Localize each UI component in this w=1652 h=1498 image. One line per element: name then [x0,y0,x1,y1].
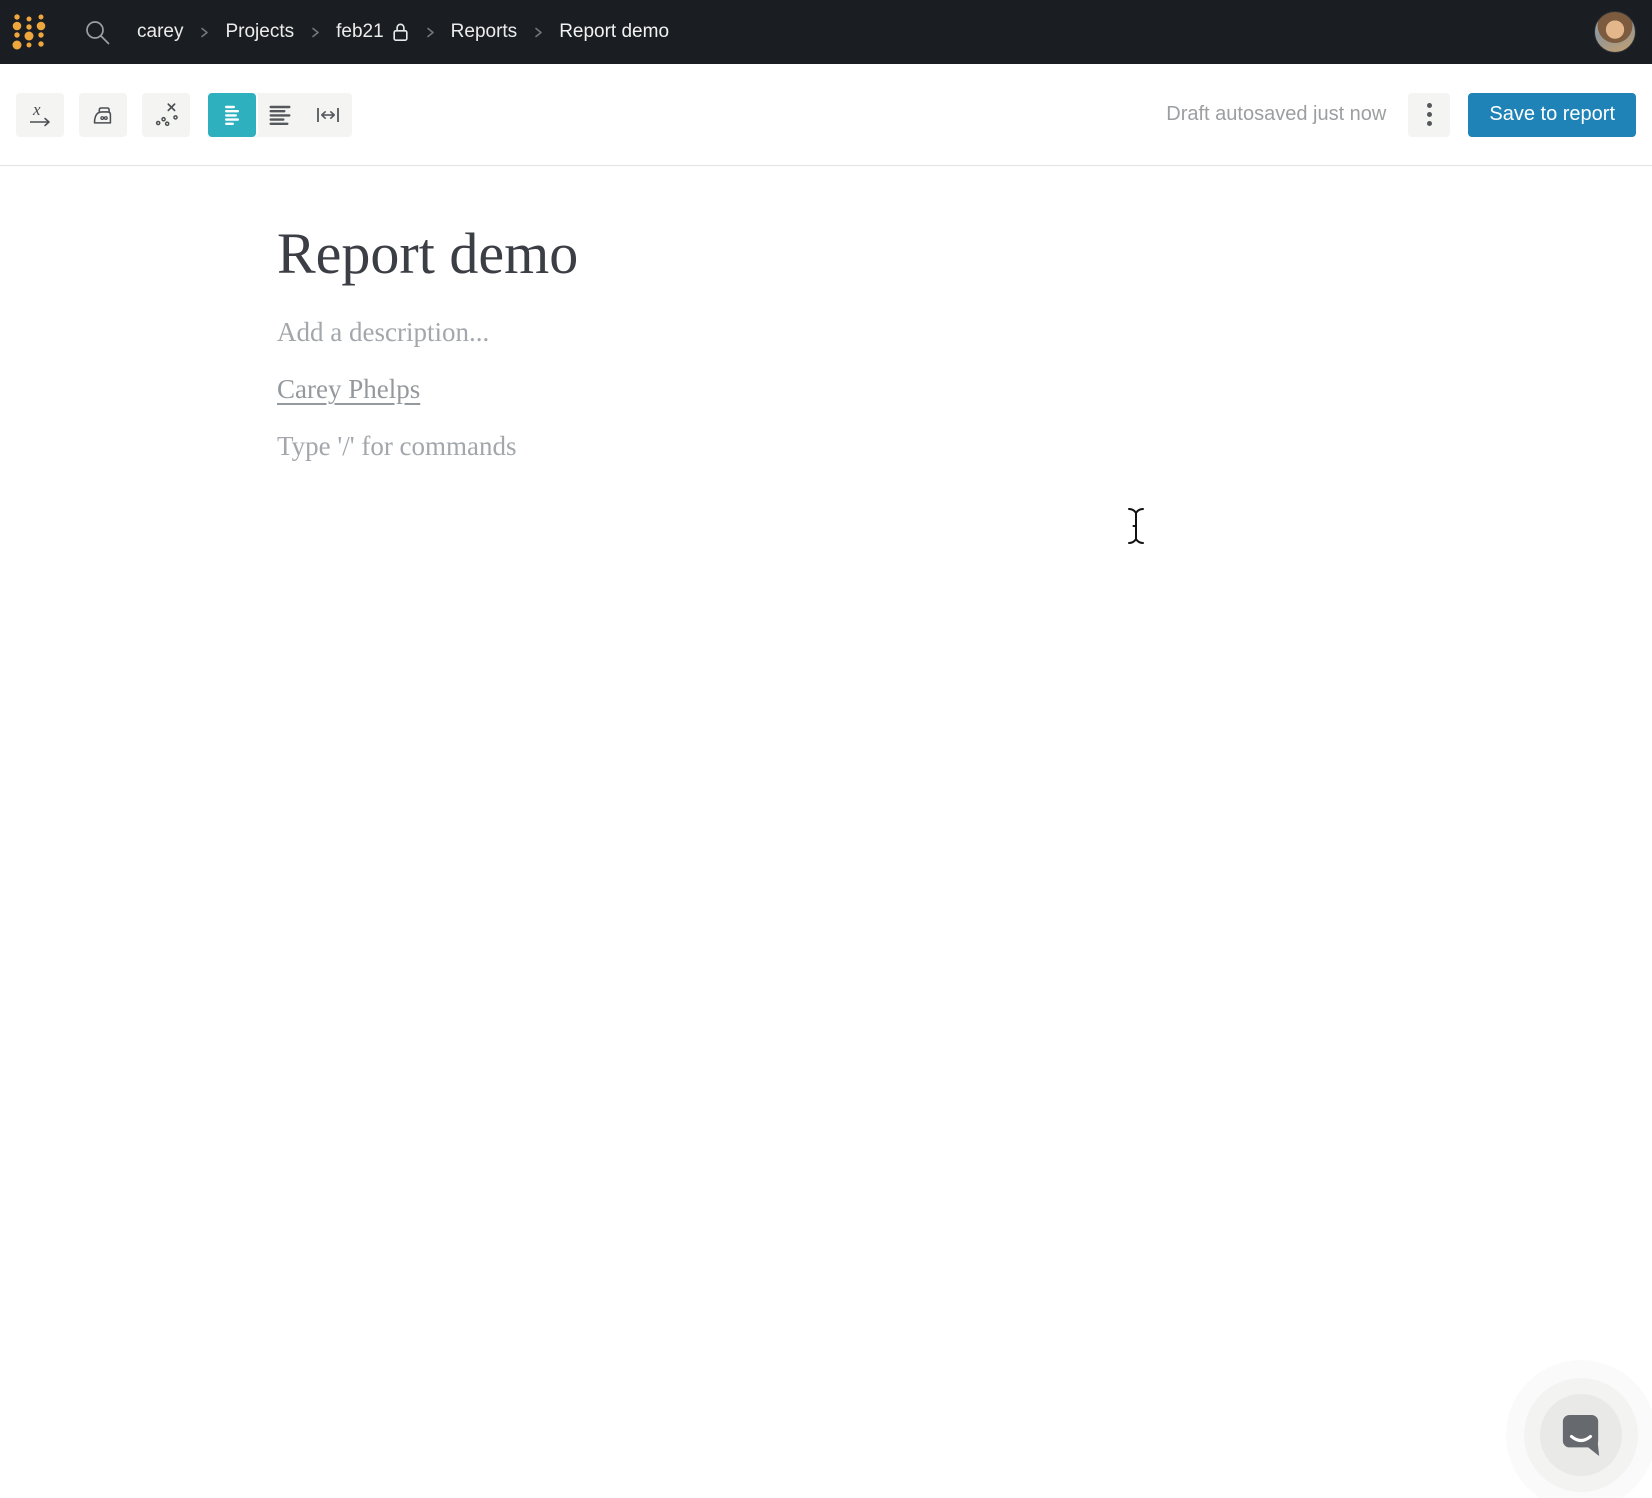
lock-icon [392,22,409,42]
report-toolbar: x [0,64,1652,166]
chevron-right-icon [309,25,321,40]
breadcrumb-current-report: Report demo [559,21,669,43]
kebab-menu-icon [1427,112,1432,117]
user-avatar[interactable] [1594,11,1636,53]
report-description-input[interactable]: Add a description... [277,317,1532,348]
svg-text:x: x [32,100,41,119]
breadcrumb: carey Projects feb21 Reports Report demo [137,21,669,43]
breadcrumb-item-project: feb21 [336,21,409,43]
breadcrumb-item-projects[interactable]: Projects [225,21,294,43]
more-options-button[interactable] [1408,93,1450,137]
smoothing-settings-button[interactable] [79,93,127,137]
report-width-toggle [208,93,352,137]
search-button[interactable] [84,19,111,46]
author-link[interactable]: Carey Phelps [277,374,420,405]
breadcrumb-item-reports[interactable]: Reports [451,21,518,43]
chat-widget-button[interactable] [1540,1394,1622,1476]
app-logo[interactable] [10,10,48,54]
search-icon [84,19,111,46]
outliers-scatter-icon [153,101,180,128]
report-editor: Report demo Add a description... Carey P… [0,166,1652,462]
width-fixed-button[interactable] [304,93,352,137]
chevron-right-icon [532,25,544,40]
breadcrumb-item-user[interactable]: carey [137,21,183,43]
report-body-input[interactable]: Type '/' for commands [277,431,1532,462]
text-cursor-icon [1126,506,1146,546]
chevron-right-icon [424,25,436,40]
small-width-icon [220,103,244,127]
kebab-menu-icon [1427,121,1432,126]
full-text-width-icon [268,103,292,127]
width-full-text-button[interactable] [256,93,304,137]
x-axis-settings-button[interactable]: x [16,93,64,137]
dot-grid-logo-icon [10,10,48,54]
smoothing-iron-icon [90,103,116,127]
chevron-right-icon [198,25,210,40]
x-axis-icon: x [25,100,55,130]
width-small-button[interactable] [208,93,256,137]
autosave-status: Draft autosaved just now [1166,103,1386,126]
report-title-input[interactable]: Report demo [277,221,1532,288]
save-to-report-button[interactable]: Save to report [1468,93,1636,137]
breadcrumb-item-project-link[interactable]: feb21 [336,21,384,43]
top-navbar: carey Projects feb21 Reports Report demo [0,0,1652,64]
outliers-settings-button[interactable] [142,93,190,137]
fixed-width-icon [315,103,341,127]
chat-bubble-icon [1560,1411,1602,1459]
kebab-menu-icon [1427,103,1432,108]
